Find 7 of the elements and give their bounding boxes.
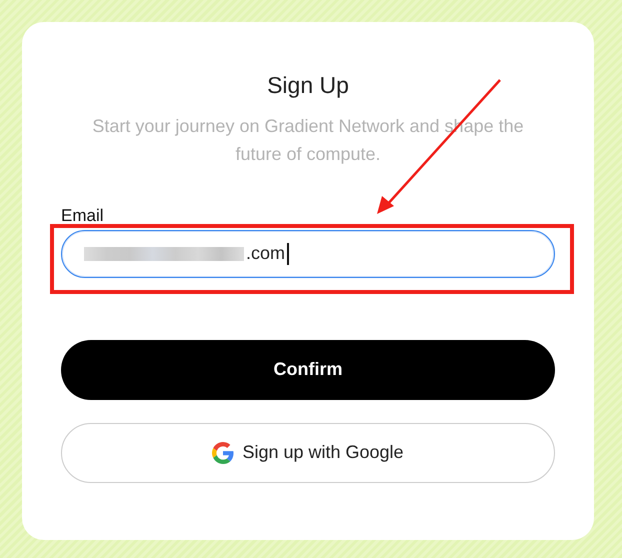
text-cursor (287, 242, 288, 265)
google-signup-button[interactable]: Sign up with Google (61, 422, 555, 483)
email-field[interactable]: .com (61, 230, 555, 278)
google-icon (212, 442, 234, 464)
confirm-button[interactable]: Confirm (61, 340, 555, 400)
email-label: Email (61, 204, 104, 227)
form-title: Sign Up (266, 72, 350, 100)
